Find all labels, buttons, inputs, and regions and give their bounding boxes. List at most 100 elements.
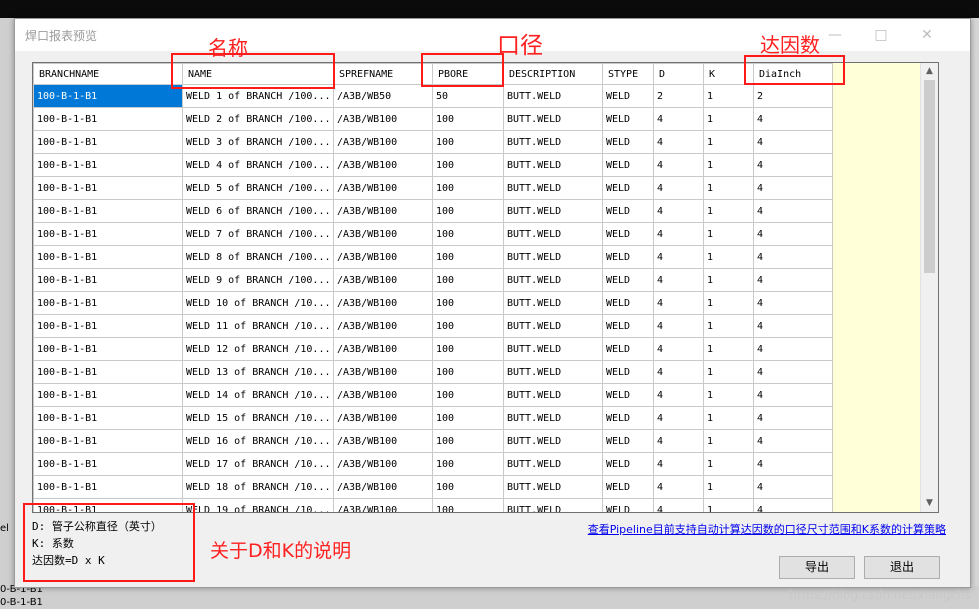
- table-cell[interactable]: /A3B/WB100: [333, 268, 433, 292]
- table-cell[interactable]: /A3B/WB100: [333, 130, 433, 154]
- table-cell[interactable]: 100: [432, 222, 504, 246]
- table-cell[interactable]: 100-B-1-B1: [33, 452, 183, 476]
- table-cell[interactable]: 100: [432, 291, 504, 315]
- table-cell[interactable]: BUTT.WELD: [503, 383, 603, 407]
- scroll-up-icon[interactable]: ▲: [921, 63, 938, 80]
- table-cell[interactable]: WELD 13 of BRANCH /10...: [182, 360, 334, 384]
- table-cell[interactable]: 100: [432, 314, 504, 338]
- table-cell[interactable]: 4: [653, 199, 704, 223]
- table-cell[interactable]: 100: [432, 383, 504, 407]
- table-cell[interactable]: 100: [432, 337, 504, 361]
- table-cell[interactable]: WELD: [602, 429, 654, 453]
- table-cell[interactable]: 4: [653, 498, 704, 512]
- table-row[interactable]: 100-B-1-B1 WELD 3 of BRANCH /100.../A3B/W…: [33, 130, 833, 154]
- table-cell[interactable]: WELD: [602, 153, 654, 177]
- table-cell[interactable]: 100-B-1-B1: [33, 291, 183, 315]
- column-header-d[interactable]: D: [653, 63, 704, 85]
- table-cell[interactable]: 4: [653, 268, 704, 292]
- table-cell[interactable]: 4: [753, 222, 833, 246]
- table-cell[interactable]: /A3B/WB100: [333, 245, 433, 269]
- table-cell[interactable]: 100: [432, 498, 504, 512]
- table-row[interactable]: 100-B-1-B1 WELD 4 of BRANCH /100.../A3B/W…: [33, 153, 833, 177]
- table-row[interactable]: 100-B-1-B1 WELD 14 of BRANCH /10.../A3B/W…: [33, 383, 833, 407]
- table-cell[interactable]: BUTT.WELD: [503, 130, 603, 154]
- table-cell[interactable]: 50: [432, 84, 504, 108]
- table-cell[interactable]: 4: [753, 452, 833, 476]
- weld-data-grid[interactable]: BRANCHNAME NAME SPREFNAME PBORE DESCRIPTION S…: [32, 62, 939, 513]
- table-cell[interactable]: /A3B/WB100: [333, 222, 433, 246]
- table-cell[interactable]: 4: [653, 291, 704, 315]
- table-cell[interactable]: WELD 7 of BRANCH /100...: [182, 222, 334, 246]
- table-cell[interactable]: 1: [703, 406, 754, 430]
- table-cell[interactable]: /A3B/WB100: [333, 153, 433, 177]
- table-cell[interactable]: 1: [703, 176, 754, 200]
- table-cell[interactable]: /A3B/WB100: [333, 360, 433, 384]
- table-cell[interactable]: 2: [653, 84, 704, 108]
- export-button[interactable]: 导出: [779, 556, 855, 579]
- table-cell[interactable]: 4: [753, 268, 833, 292]
- table-cell[interactable]: 100: [432, 452, 504, 476]
- table-cell[interactable]: /A3B/WB100: [333, 406, 433, 430]
- table-cell[interactable]: WELD: [602, 498, 654, 512]
- table-row[interactable]: 100-B-1-B1 WELD 17 of BRANCH /10.../A3B/W…: [33, 452, 833, 476]
- table-cell[interactable]: 1: [703, 291, 754, 315]
- table-cell[interactable]: WELD 19 of BRANCH /10...: [182, 498, 334, 512]
- table-cell[interactable]: 1: [703, 452, 754, 476]
- table-cell[interactable]: WELD: [602, 406, 654, 430]
- table-cell[interactable]: WELD: [602, 337, 654, 361]
- table-cell[interactable]: 100: [432, 199, 504, 223]
- table-cell[interactable]: 4: [753, 498, 833, 512]
- table-cell[interactable]: 100-B-1-B1: [33, 245, 183, 269]
- table-cell[interactable]: /A3B/WB100: [333, 291, 433, 315]
- table-cell[interactable]: 100: [432, 176, 504, 200]
- table-cell[interactable]: WELD: [602, 130, 654, 154]
- table-cell[interactable]: 100-B-1-B1: [33, 199, 183, 223]
- table-cell[interactable]: 100-B-1-B1: [33, 107, 183, 131]
- table-cell[interactable]: 1: [703, 222, 754, 246]
- table-cell[interactable]: BUTT.WELD: [503, 199, 603, 223]
- table-cell[interactable]: 4: [653, 429, 704, 453]
- table-cell[interactable]: 4: [753, 291, 833, 315]
- table-row[interactable]: 100-B-1-B1 WELD 10 of BRANCH /10.../A3B/W…: [33, 291, 833, 315]
- table-cell[interactable]: BUTT.WELD: [503, 314, 603, 338]
- table-cell[interactable]: WELD: [602, 84, 654, 108]
- table-cell[interactable]: WELD 15 of BRANCH /10...: [182, 406, 334, 430]
- table-cell[interactable]: 1: [703, 84, 754, 108]
- table-cell[interactable]: WELD: [602, 452, 654, 476]
- table-row[interactable]: 100-B-1-B1 WELD 8 of BRANCH /100.../A3B/W…: [33, 245, 833, 269]
- table-cell[interactable]: WELD 14 of BRANCH /10...: [182, 383, 334, 407]
- table-cell[interactable]: 1: [703, 498, 754, 512]
- table-cell[interactable]: 4: [653, 222, 704, 246]
- table-cell[interactable]: WELD 4 of BRANCH /100...: [182, 153, 334, 177]
- table-cell[interactable]: 4: [753, 475, 833, 499]
- table-row[interactable]: 100-B-1-B1 WELD 2 of BRANCH /100.../A3B/W…: [33, 107, 833, 131]
- table-cell[interactable]: 1: [703, 429, 754, 453]
- table-cell[interactable]: /A3B/WB100: [333, 337, 433, 361]
- table-cell[interactable]: 100-B-1-B1: [33, 176, 183, 200]
- scroll-down-icon[interactable]: ▼: [921, 495, 938, 512]
- vertical-scrollbar[interactable]: ▲ ▼: [920, 63, 938, 512]
- table-cell[interactable]: 100-B-1-B1: [33, 360, 183, 384]
- table-cell[interactable]: BUTT.WELD: [503, 337, 603, 361]
- table-cell[interactable]: 4: [753, 176, 833, 200]
- table-cell[interactable]: 1: [703, 245, 754, 269]
- table-cell[interactable]: /A3B/WB100: [333, 452, 433, 476]
- table-cell[interactable]: 1: [703, 199, 754, 223]
- table-cell[interactable]: 1: [703, 153, 754, 177]
- table-cell[interactable]: 100: [432, 406, 504, 430]
- table-cell[interactable]: WELD 16 of BRANCH /10...: [182, 429, 334, 453]
- table-cell[interactable]: WELD: [602, 314, 654, 338]
- table-cell[interactable]: 100-B-1-B1: [33, 222, 183, 246]
- table-cell[interactable]: WELD 3 of BRANCH /100...: [182, 130, 334, 154]
- table-cell[interactable]: BUTT.WELD: [503, 498, 603, 512]
- table-cell[interactable]: 4: [653, 245, 704, 269]
- table-cell[interactable]: BUTT.WELD: [503, 222, 603, 246]
- table-cell[interactable]: BUTT.WELD: [503, 176, 603, 200]
- table-cell[interactable]: 100-B-1-B1: [33, 153, 183, 177]
- table-row[interactable]: 100-B-1-B1 WELD 5 of BRANCH /100.../A3B/W…: [33, 176, 833, 200]
- table-cell[interactable]: 1: [703, 130, 754, 154]
- table-cell[interactable]: BUTT.WELD: [503, 475, 603, 499]
- table-cell[interactable]: /A3B/WB100: [333, 176, 433, 200]
- table-cell[interactable]: 100-B-1-B1: [33, 268, 183, 292]
- table-cell[interactable]: BUTT.WELD: [503, 107, 603, 131]
